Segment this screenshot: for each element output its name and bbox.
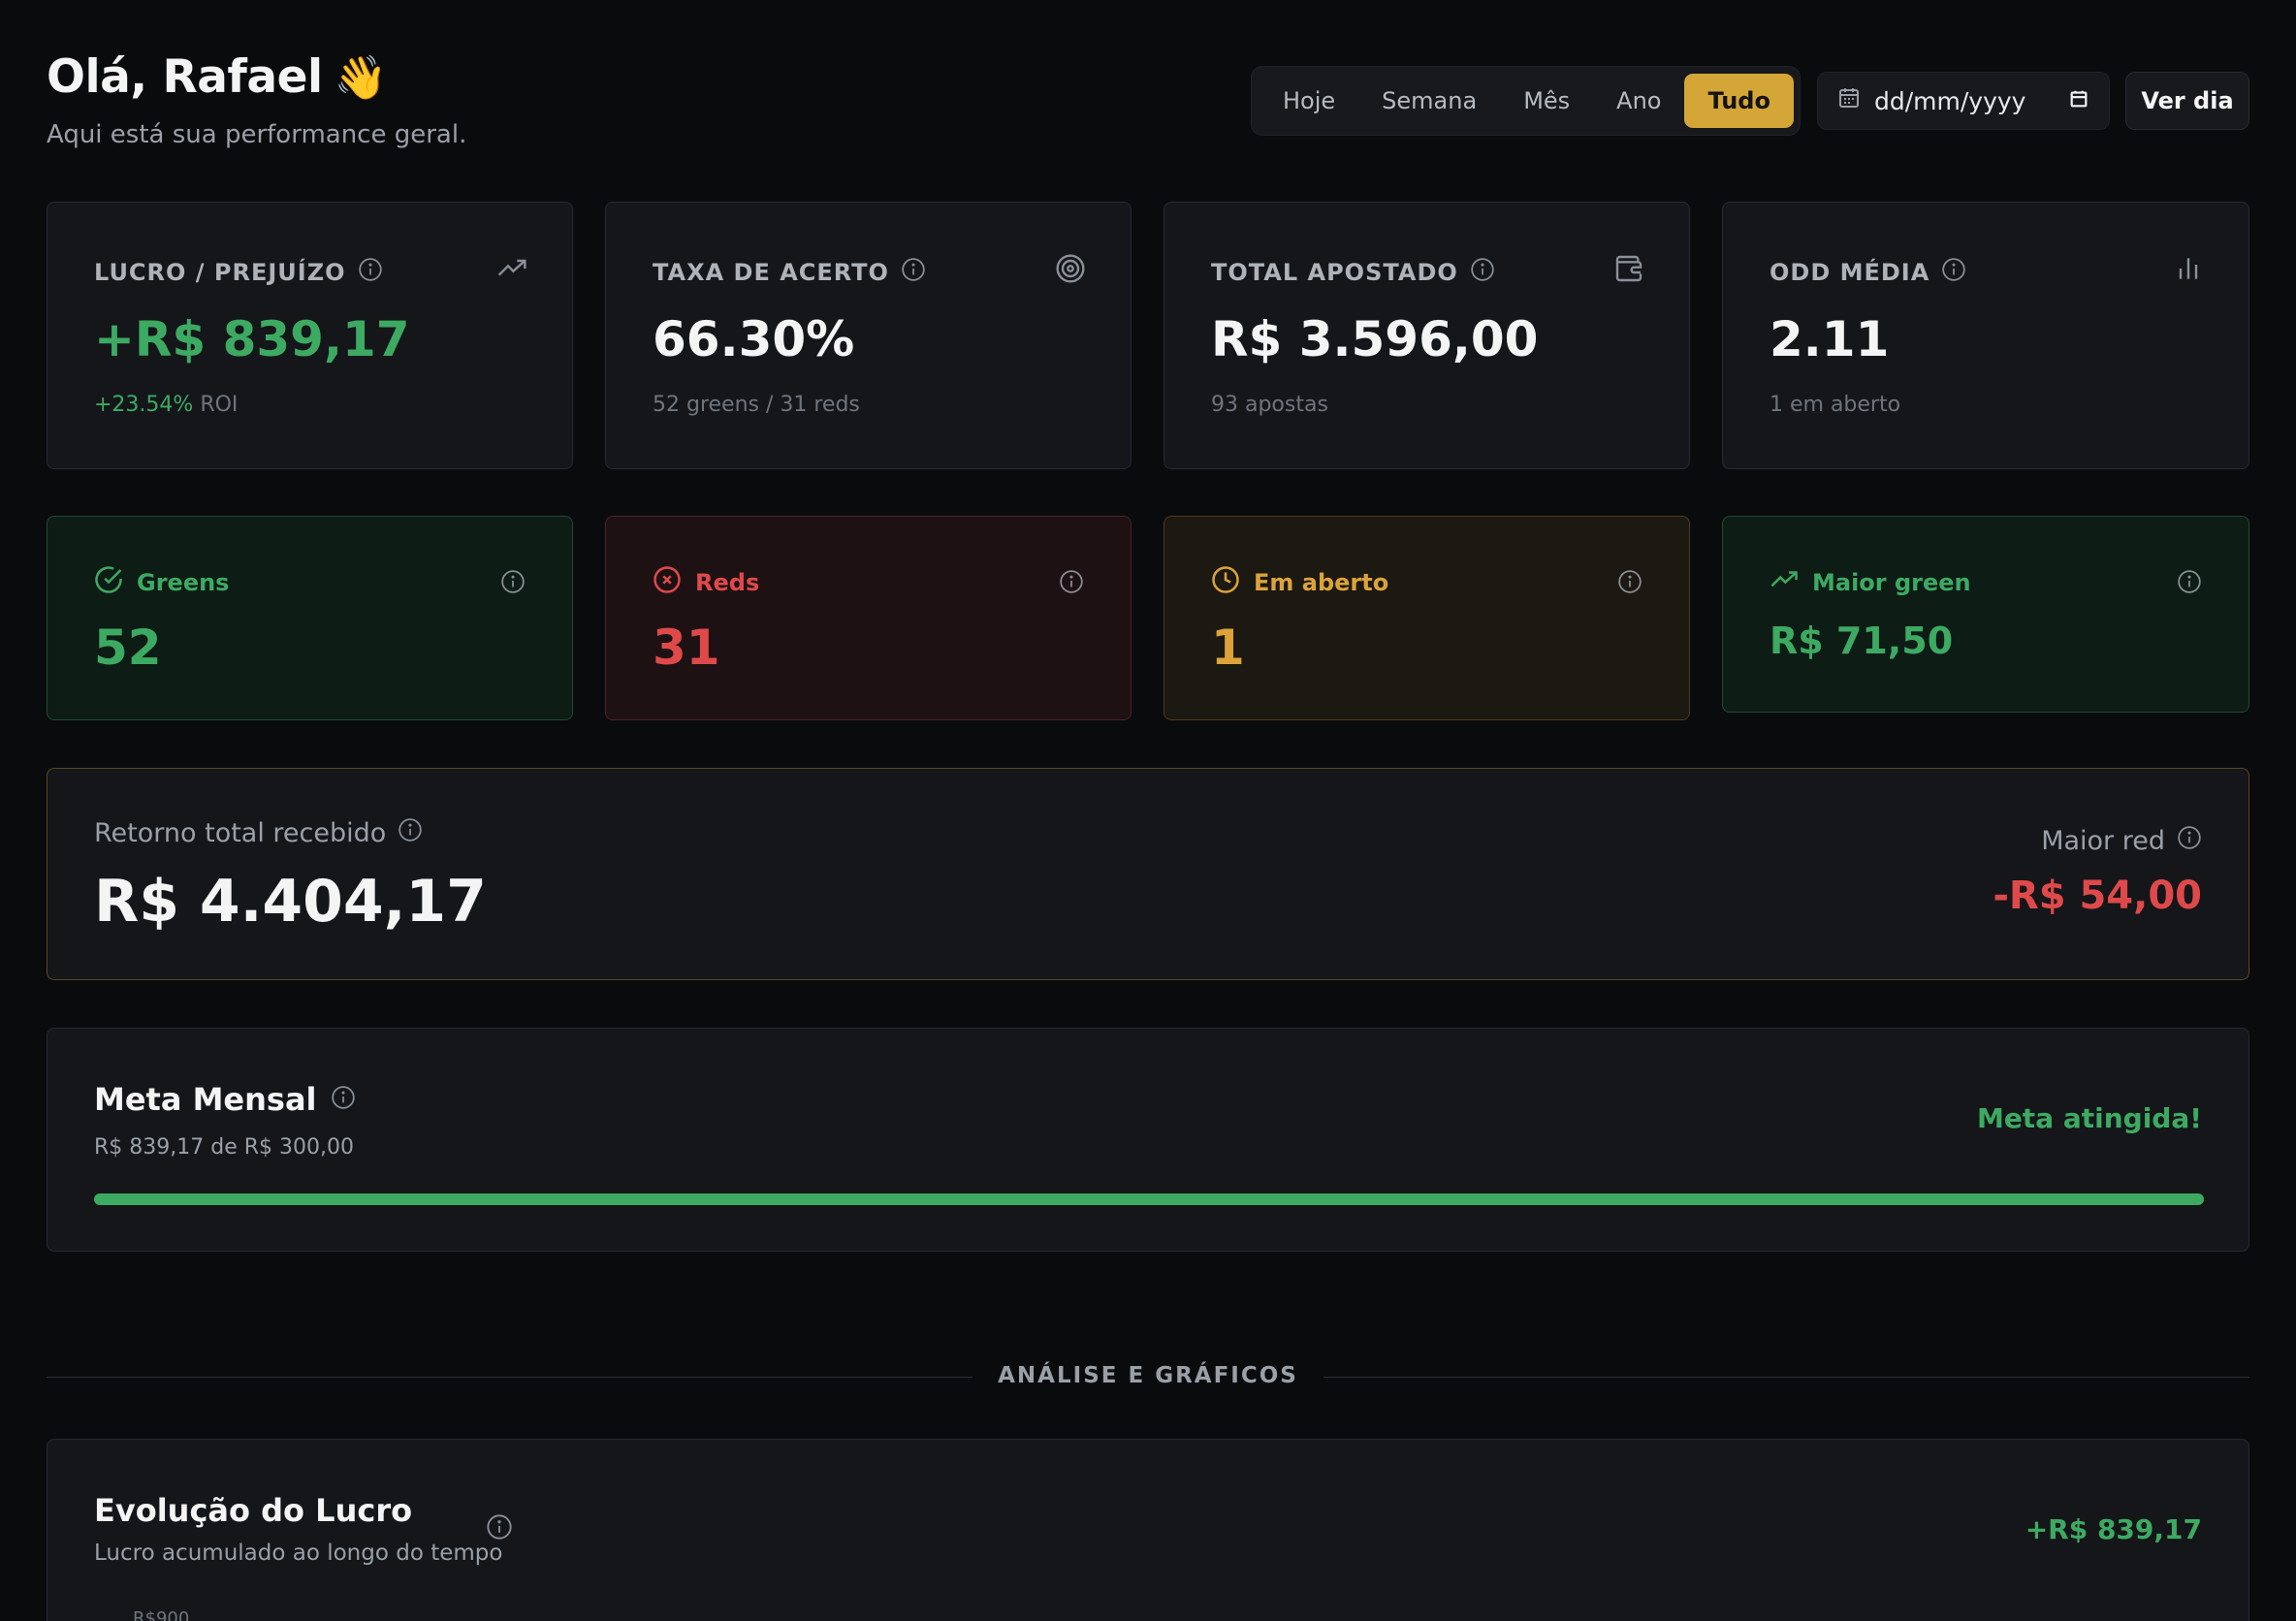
bar-chart-icon [2173,253,2204,288]
waving-hand-icon: 👋 [334,53,388,103]
avg-odd-value: 2.11 [1770,311,1890,367]
info-icon[interactable] [1617,569,1642,598]
profit-chart-value: +R$ 839,17 [2025,1513,2202,1545]
hit-rate-value: 66.30% [653,311,855,367]
x-circle-icon [653,565,682,600]
total-bet-label: TOTAL APOSTADO [1211,259,1458,286]
trending-up-icon [1770,565,1799,600]
profit-chart-title: Evolução do Lucro [94,1492,413,1529]
greens-label-row: Greens [94,565,229,600]
period-hoje-button[interactable]: Hoje [1260,74,1358,128]
total-return-value: R$ 4.404,17 [94,868,487,936]
profit-value: +R$ 839,17 [94,311,410,367]
avg-odd-label-row: ODD MÉDIA [1770,257,1966,288]
period-semana-button[interactable]: Semana [1358,74,1500,128]
period-mes-button[interactable]: Mês [1500,74,1593,128]
date-input-placeholder: dd/mm/yyyy [1874,86,2026,115]
greeting-title: Olá, Rafael 👋 [47,50,387,104]
hit-rate-label-row: TAXA DE ACERTO [653,257,926,288]
open-bets-label: Em aberto [1254,569,1389,596]
period-filter: Hoje Semana Mês Ano Tudo [1251,66,1801,136]
info-icon[interactable] [2177,825,2202,857]
profit-roi: +23.54% ROI [94,393,238,417]
date-input[interactable]: dd/mm/yyyy [1817,72,2110,130]
total-bet-card: TOTAL APOSTADO R$ 3.596,00 93 apostas [1164,202,1690,469]
goal-progress-track [94,1193,2204,1205]
reds-label: Reds [695,569,760,596]
biggest-red-label-row: Maior red [2041,825,2202,857]
reds-value: 31 [653,620,720,676]
info-icon[interactable] [398,817,423,849]
section-title-row: ANÁLISE E GRÁFICOS [0,1363,2296,1388]
profit-label-row: LUCRO / PREJUÍZO [94,257,383,288]
total-return-card: Retorno total recebido R$ 4.404,17 Maior… [47,768,2249,980]
info-icon[interactable] [2177,569,2202,598]
info-icon[interactable] [486,1513,513,1544]
open-bets-label-row: Em aberto [1211,565,1388,600]
reds-card: Reds 31 [605,516,1132,720]
total-return-label: Retorno total recebido [94,818,387,848]
check-circle-icon [94,565,123,600]
profit-evolution-card: Evolução do Lucro Lucro acumulado ao lon… [47,1439,2249,1621]
wallet-icon [1613,253,1644,288]
greens-label: Greens [137,569,230,596]
info-icon[interactable] [901,257,926,288]
roi-label: ROI [200,393,239,417]
hit-rate-label: TAXA DE ACERTO [653,259,889,286]
greeting-text: Olá, Rafael [47,50,323,104]
info-icon[interactable] [1059,569,1084,598]
calendar-picker-icon[interactable] [2068,87,2089,115]
period-ano-button[interactable]: Ano [1593,74,1684,128]
biggest-green-value: R$ 71,50 [1770,620,1954,662]
goal-title: Meta Mensal [94,1081,317,1118]
info-icon[interactable] [500,569,526,598]
avg-odd-sub: 1 em aberto [1770,393,1901,417]
greeting-subtitle: Aqui está sua performance geral. [47,120,467,149]
hit-rate-card: TAXA DE ACERTO 66.30% 52 greens / 31 red… [605,202,1132,469]
period-tudo-button[interactable]: Tudo [1684,74,1794,128]
info-icon[interactable] [331,1081,356,1118]
goal-title-row: Meta Mensal [94,1081,356,1118]
total-bet-value: R$ 3.596,00 [1211,311,1539,367]
trending-up-icon [496,253,527,288]
biggest-green-label-row: Maior green [1770,565,1971,600]
ver-dia-button[interactable]: Ver dia [2125,72,2249,130]
target-icon [1055,253,1086,288]
total-bet-label-row: TOTAL APOSTADO [1211,257,1495,288]
total-return-label-row: Retorno total recebido [94,817,423,849]
info-icon[interactable] [1470,257,1495,288]
biggest-red-label: Maior red [2041,826,2165,856]
profit-card: LUCRO / PREJUÍZO +R$ 839,17 +23.54% ROI [47,202,573,469]
clock-icon [1211,565,1240,600]
avg-odd-card: ODD MÉDIA 2.11 1 em aberto [1722,202,2249,469]
calendar-icon [1837,86,1861,115]
open-bets-card: Em aberto 1 [1164,516,1690,720]
info-icon[interactable] [1941,257,1966,288]
profit-chart-subtitle: Lucro acumulado ao longo do tempo [94,1541,503,1566]
biggest-red-value: -R$ 54,00 [1993,874,2202,918]
open-bets-value: 1 [1211,620,1245,676]
profit-chart-y-tick: R$900 [133,1608,190,1621]
monthly-goal-card: Meta Mensal R$ 839,17 de R$ 300,00 Meta … [47,1028,2249,1252]
roi-value: +23.54% [94,393,194,417]
total-bet-sub: 93 apostas [1211,393,1328,417]
goal-status: Meta atingida! [1976,1102,2202,1134]
reds-label-row: Reds [653,565,759,600]
goal-progress-fill [94,1193,2204,1205]
greens-value: 52 [94,620,162,676]
avg-odd-label: ODD MÉDIA [1770,259,1930,286]
biggest-green-card: Maior green R$ 71,50 [1722,516,2249,713]
goal-progress-text: R$ 839,17 de R$ 300,00 [94,1135,354,1160]
section-title: ANÁLISE E GRÁFICOS [973,1363,1323,1388]
info-icon[interactable] [358,257,383,288]
profit-label: LUCRO / PREJUÍZO [94,259,346,286]
biggest-green-label: Maior green [1812,569,1971,596]
hit-rate-sub: 52 greens / 31 reds [653,393,860,417]
greens-card: Greens 52 [47,516,573,720]
